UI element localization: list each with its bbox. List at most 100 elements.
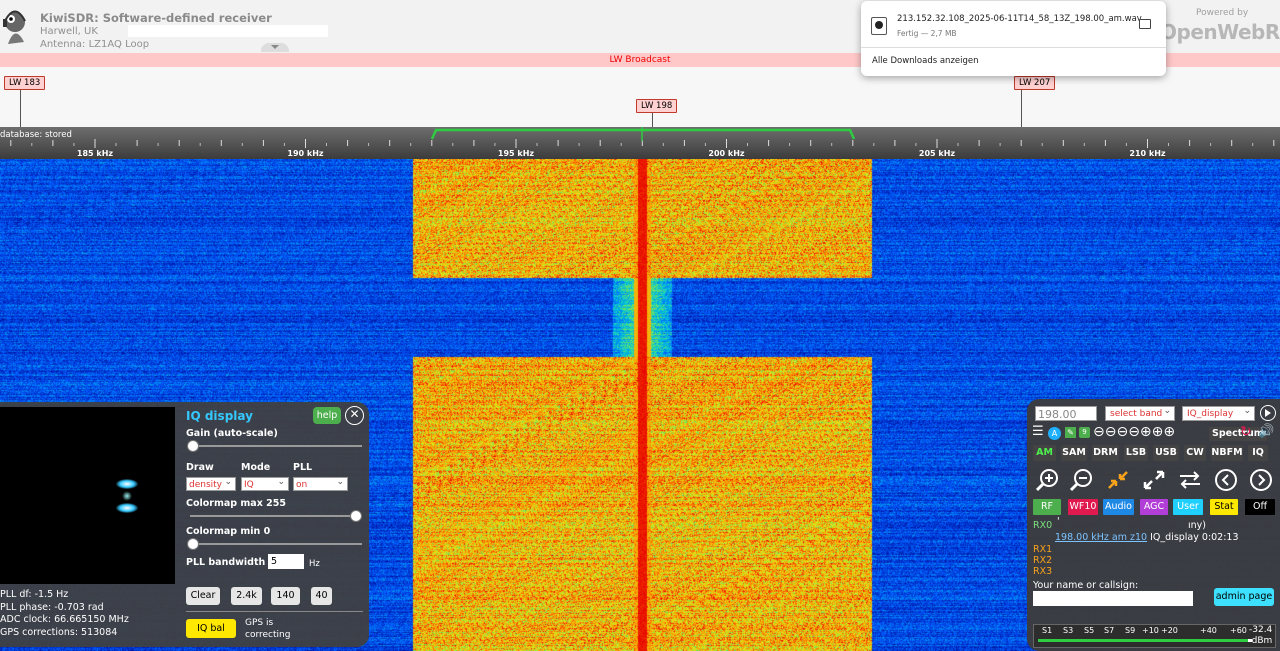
step-icon[interactable]: 9 bbox=[1079, 427, 1090, 438]
rx0-suffix: ıny) bbox=[1188, 520, 1206, 531]
mode-sam-button[interactable]: SAM bbox=[1061, 445, 1087, 461]
tab-wf10[interactable]: WF10 bbox=[1068, 499, 1098, 515]
speaker-icon[interactable]: 🔊 bbox=[1258, 424, 1274, 439]
iq-point-cluster bbox=[116, 503, 138, 513]
show-all-downloads-link[interactable]: Alle Downloads anzeigen bbox=[872, 56, 979, 66]
location-map-strip bbox=[128, 25, 328, 37]
frequency-scale[interactable]: 185 kHz 190 kHz 195 kHz 200 kHz 205 kHz 210 k… bbox=[0, 127, 1280, 159]
rx2-label: RX2 bbox=[1033, 555, 1053, 566]
rx1-label: RX1 bbox=[1033, 544, 1053, 555]
openwebrx-logo[interactable]: OpenWebRX bbox=[1160, 20, 1280, 44]
pll-df-readout: PLL df: -1.5 Hz bbox=[0, 589, 69, 600]
receiver-title: KiwiSDR: Software-defined receiver bbox=[40, 11, 272, 25]
rx0-frequency-link[interactable]: 198.00 kHz am z10 bbox=[1055, 532, 1147, 543]
frequency-input[interactable]: 198.00 bbox=[1035, 406, 1097, 421]
mode-lsb-button[interactable]: LSB bbox=[1124, 445, 1148, 461]
band-select[interactable]: select band bbox=[1105, 404, 1175, 421]
antenna-label: Antenna: LZ1AQ Loop bbox=[40, 39, 150, 50]
iq-panel-title: IQ display bbox=[186, 409, 253, 423]
scale-tick-label: 210 kHz bbox=[1129, 149, 1166, 158]
play-icon[interactable] bbox=[1260, 405, 1276, 421]
tab-agc[interactable]: AGC bbox=[1140, 499, 1168, 515]
close-icon[interactable]: ✕ bbox=[345, 406, 364, 425]
gps-status-line: GPS is bbox=[245, 618, 274, 628]
pll-bandwidth-label: PLL bandwidth bbox=[186, 557, 266, 568]
kiwi-logo bbox=[3, 10, 26, 44]
zoom-to-band-icon[interactable] bbox=[1105, 468, 1131, 492]
gain-slider[interactable] bbox=[187, 440, 362, 452]
edit-icon[interactable]: ✎ bbox=[1065, 427, 1076, 438]
s-meter-label: +10 bbox=[1142, 626, 1159, 635]
gps-corrections-readout: GPS corrections: 513084 bbox=[0, 626, 118, 638]
mode-am-button[interactable]: AM bbox=[1033, 445, 1056, 461]
download-filename[interactable]: 213.152.32.108_2025-06-11T14_58_13Z_198.… bbox=[897, 14, 1142, 24]
mode-label: Mode bbox=[241, 462, 271, 473]
passband-marker[interactable] bbox=[430, 128, 856, 140]
s-meter-label: +20 bbox=[1161, 626, 1178, 635]
rx0-marker: ' bbox=[1057, 516, 1060, 527]
zoom-in-icon[interactable] bbox=[1035, 468, 1061, 492]
divider bbox=[861, 47, 1166, 48]
iq-balance-button[interactable]: IQ bal bbox=[186, 619, 236, 638]
gain-label: Gain (auto-scale) bbox=[186, 428, 278, 439]
rate-2-4k-button[interactable]: 2.4k bbox=[231, 587, 262, 605]
iq-point-cluster bbox=[122, 491, 132, 501]
rx0-label: RX0 bbox=[1033, 520, 1053, 531]
station-label-lw198[interactable]: LW 198 bbox=[636, 99, 678, 113]
pll-label: PLL bbox=[293, 462, 313, 473]
rx0-info: 198.00 kHz am z10 IQ_display 0:02:13 bbox=[1055, 532, 1239, 543]
help-button[interactable]: help bbox=[313, 407, 341, 424]
swap-icon[interactable] bbox=[1177, 468, 1203, 492]
mode-nbfm-button[interactable]: NBFM bbox=[1211, 445, 1243, 461]
auto-icon[interactable]: A bbox=[1048, 427, 1061, 440]
clear-button[interactable]: Clear bbox=[186, 587, 220, 605]
mode-iq-button[interactable]: IQ bbox=[1248, 445, 1268, 461]
s-meter: S1 S3 S5 S7 S9 +10 +20 +40 +60 bbox=[1033, 624, 1276, 648]
dbm-readout: -32.4 dBm bbox=[1249, 625, 1272, 647]
dbm-value: -32.4 bbox=[1249, 625, 1273, 635]
tab-rf[interactable]: RF bbox=[1033, 499, 1061, 515]
pan-right-icon[interactable] bbox=[1248, 468, 1274, 492]
tab-off[interactable]: Off bbox=[1245, 499, 1275, 515]
gps-status-line: correcting bbox=[245, 629, 291, 640]
tab-stat[interactable]: Stat bbox=[1210, 499, 1238, 515]
rate-140-button[interactable]: 140 bbox=[271, 587, 300, 605]
draw-select[interactable]: density bbox=[186, 475, 236, 491]
receiver-location: Harwell, UK bbox=[40, 26, 98, 37]
menu-icon[interactable]: ☰ bbox=[1032, 425, 1044, 439]
audio-file-icon bbox=[871, 17, 887, 35]
zoom-max-icon[interactable] bbox=[1141, 468, 1167, 492]
mode-cw-button[interactable]: CW bbox=[1184, 445, 1206, 461]
refresh-icon[interactable]: ↻ bbox=[1240, 424, 1252, 440]
extension-select[interactable]: IQ_display bbox=[1182, 404, 1255, 421]
folder-icon[interactable] bbox=[1139, 19, 1151, 29]
callsign-input[interactable] bbox=[1033, 591, 1193, 606]
admin-page-button[interactable]: admin page bbox=[1214, 588, 1274, 606]
zoom-out-icon[interactable] bbox=[1069, 468, 1095, 492]
colormap-min-slider[interactable] bbox=[187, 538, 362, 550]
s-meter-label: S3 bbox=[1063, 626, 1074, 635]
colormap-min-slider-knob[interactable] bbox=[187, 538, 199, 550]
station-label-lw207[interactable]: LW 207 bbox=[1014, 76, 1056, 90]
mode-drm-button[interactable]: DRM bbox=[1092, 445, 1119, 461]
rate-40-button[interactable]: 40 bbox=[311, 587, 332, 605]
divider bbox=[186, 611, 363, 612]
mode-usb-button[interactable]: USB bbox=[1153, 445, 1179, 461]
mode-select[interactable]: IQ bbox=[241, 475, 289, 491]
download-popup: 213.152.32.108_2025-06-11T14_58_13Z_198.… bbox=[861, 1, 1166, 76]
powered-by-label: Powered by bbox=[1196, 8, 1249, 18]
pan-left-icon[interactable] bbox=[1213, 468, 1239, 492]
station-label-lw183[interactable]: LW 183 bbox=[4, 76, 46, 90]
station-marker-line bbox=[20, 89, 21, 127]
gain-slider-knob[interactable] bbox=[187, 440, 199, 452]
pll-select[interactable]: on bbox=[293, 475, 348, 491]
colormap-max-slider-knob[interactable] bbox=[350, 510, 362, 522]
zoom-steps-icon[interactable]: ⊖⊖⊖⊖⊕⊕⊕ bbox=[1093, 423, 1175, 441]
tab-user[interactable]: User bbox=[1173, 499, 1203, 515]
iq-point-cluster bbox=[116, 479, 138, 489]
colormap-max-slider[interactable] bbox=[190, 510, 362, 522]
pll-bandwidth-input[interactable]: 5 bbox=[268, 554, 304, 569]
scale-tick-label: 200 kHz bbox=[708, 149, 745, 158]
tab-audio[interactable]: Audio bbox=[1103, 499, 1134, 515]
expand-header-button[interactable] bbox=[261, 43, 289, 52]
